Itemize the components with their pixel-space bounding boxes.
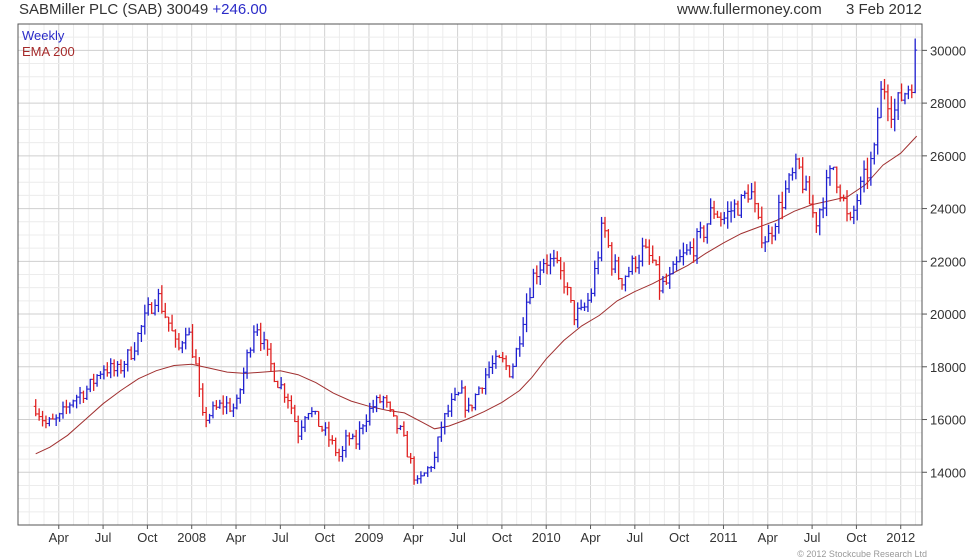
x-tick-label: Oct: [669, 530, 690, 545]
x-tick-label: 2011: [709, 530, 737, 545]
x-tick-label: Oct: [846, 530, 867, 545]
x-tick-label: Jul: [804, 530, 821, 545]
y-tick-label: 30000: [930, 43, 966, 58]
y-tick-label: 14000: [930, 465, 966, 480]
y-tick-label: 22000: [930, 254, 966, 269]
x-tick-label: Apr: [49, 530, 70, 545]
x-tick-label: 2009: [355, 530, 384, 545]
x-tick-label: 2012: [886, 530, 915, 545]
x-tick-label: 2010: [532, 530, 561, 545]
x-tick-label: Apr: [580, 530, 601, 545]
x-tick-label: Jul: [95, 530, 112, 545]
copyright-text: © 2012 Stockcube Research Ltd: [797, 549, 927, 559]
x-tick-label: Oct: [315, 530, 336, 545]
y-tick-label: 16000: [930, 413, 966, 428]
y-tick-label: 24000: [930, 202, 966, 217]
x-tick-label: Apr: [403, 530, 424, 545]
y-tick-label: 18000: [930, 360, 966, 375]
x-tick-label: 2008: [177, 530, 206, 545]
x-tick-label: Jul: [627, 530, 644, 545]
y-tick-label: 20000: [930, 307, 966, 322]
chart-legend: Weekly EMA 200: [22, 28, 75, 60]
y-tick-label: 26000: [930, 149, 966, 164]
x-tick-label: Jul: [449, 530, 466, 545]
legend-ema: EMA 200: [22, 44, 75, 59]
legend-weekly: Weekly: [22, 28, 65, 43]
x-tick-label: Oct: [492, 530, 513, 545]
x-tick-label: Oct: [137, 530, 158, 545]
x-tick-label: Apr: [758, 530, 779, 545]
x-tick-label: Apr: [226, 530, 247, 545]
price-chart: 14000 16000 18000 20000 22000 24000 26000 28000…: [17, 23, 966, 545]
x-tick-label: Jul: [272, 530, 289, 545]
y-tick-label: 28000: [930, 96, 966, 111]
